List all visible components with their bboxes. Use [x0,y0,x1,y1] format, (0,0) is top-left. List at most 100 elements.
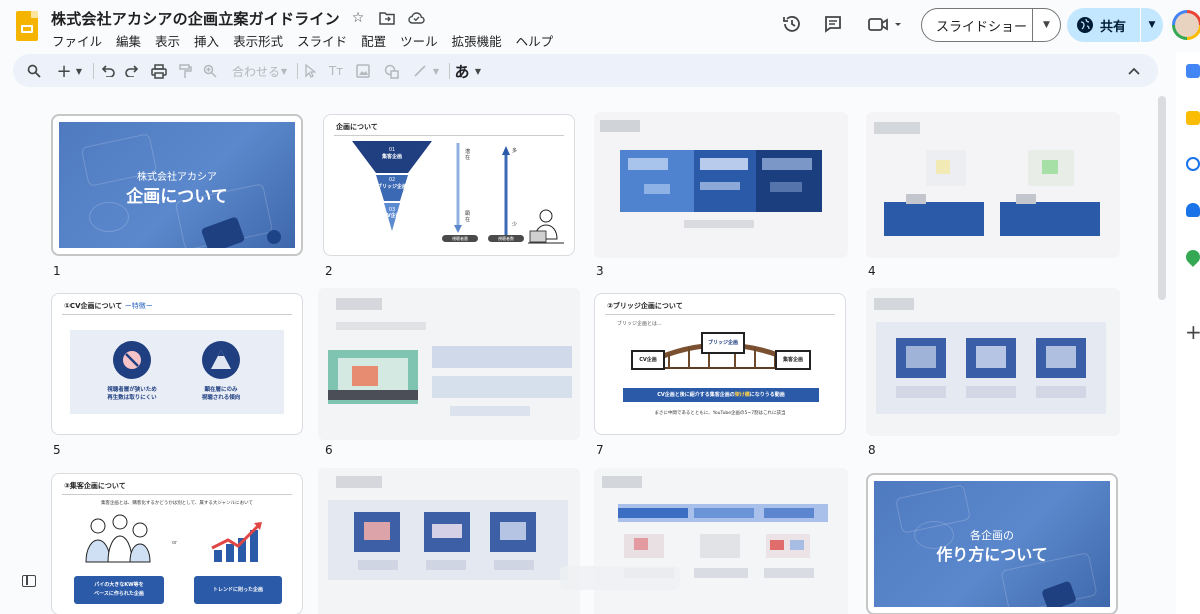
globe-icon [1077,17,1093,33]
point-text: 視聴者層が狭いため [107,387,157,393]
select-cursor-icon[interactable] [301,62,319,80]
contacts-icon[interactable] [1186,203,1200,217]
slides-app: 株式会社アカシアの企画立案ガイドライン ☆ ファイル 編集 表示 挿入 表示形式… [0,0,1200,614]
slide-heading: ②ブリッジ企画について [607,302,683,310]
input-tools-icon[interactable]: あ [455,62,470,81]
menu-view[interactable]: 表示 [155,31,180,50]
option-box-right: トレンドに則った企画 [194,576,282,604]
share-options-chevron-icon[interactable]: ▼ [1141,20,1163,30]
menu-arrange[interactable]: 配置 [361,31,386,50]
person-illustration [528,209,564,244]
option-text: パイの大きなKW等を [94,582,144,588]
keep-icon[interactable] [1186,111,1200,125]
shape-icon[interactable] [382,62,400,80]
slide-thumbnail-2[interactable]: 企画について 01 集客企画 02 ブリッジ企画 03 CV企画 潜在 顕在 多… [323,114,575,256]
star-icon[interactable]: ☆ [349,9,367,27]
menu-edit[interactable]: 編集 [116,31,141,50]
redo-icon[interactable] [123,62,141,80]
arrow-label: 少 [512,222,518,228]
toolbar: + ▼ 合わせる ▼ Tт ▼ あ ▼ [13,54,1158,87]
insert-image-icon[interactable] [354,62,372,80]
funnel-label: ブリッジ企画 [376,184,407,190]
point-text: 視聴される傾向 [201,395,241,401]
arrow-label: 潜在 [465,149,471,161]
paint-format-icon[interactable] [176,62,194,80]
input-tools-chevron-icon[interactable]: ▼ [473,62,483,80]
arrows-graphic [454,143,510,239]
bridge-box-center: ブリッジ企画 [701,332,745,354]
menu-insert[interactable]: 挿入 [194,31,219,50]
menu-tools[interactable]: ツール [400,31,438,50]
zoom-chevron-icon[interactable]: ▼ [279,62,289,80]
slide-thumbnail-7[interactable]: ②ブリッジ企画について ブリッジ企画とは... CV企画 ブリッジ企画 集客企画… [594,293,846,435]
line-chevron-icon[interactable]: ▼ [431,62,441,80]
slide-number: 3 [596,264,604,278]
slideshow-label: スライドショー [936,19,1028,35]
point-text: 再生数は取りにくい [107,395,157,401]
menu-slide[interactable]: スライド [297,31,347,50]
slide-heading: ①CV企画について [64,302,123,310]
print-icon[interactable] [149,62,169,80]
funnel-label: CV企画 [383,213,401,219]
tasks-icon[interactable] [1186,157,1200,171]
cover-subtitle: 株式会社アカシア [137,172,217,183]
text-box-icon[interactable]: Tт [325,62,347,80]
search-menus-icon[interactable] [25,62,43,80]
share-button[interactable]: 共有 ▼ [1067,8,1163,42]
slide-number: 4 [868,264,876,278]
vertical-scrollbar[interactable] [1158,96,1166,300]
menu-bar: ファイル 編集 表示 挿入 表示形式 スライド 配置 ツール 拡張機能 ヘルプ [52,31,553,50]
add-on-plus-icon[interactable]: + [1185,320,1200,344]
bridge-box-right: 集客企画 [775,350,811,370]
pill-label: 視聴者層 [442,235,478,242]
version-history-icon[interactable] [781,13,803,35]
slideshow-button[interactable]: スライドショー ▼ [921,8,1061,42]
user-avatar[interactable] [1172,10,1200,40]
slide-thumbnail-5[interactable]: ①CV企画について ー特徴ー 視聴者層が狭いため 再生数は取りにくい 顕在層にの… [51,293,303,435]
slide-heading-accent: ー特徴ー [124,302,153,310]
slide-thumbnail-11[interactable] [594,468,848,614]
slide-heading: ③集客企画について [64,482,126,490]
menu-file[interactable]: ファイル [52,31,102,50]
collapse-toolbar-icon[interactable] [1125,62,1143,80]
document-title[interactable]: 株式会社アカシアの企画立案ガイドライン [51,8,340,29]
funnel-label: 01 [388,147,396,153]
calendar-icon[interactable] [1186,64,1200,78]
slide-thumbnail-10[interactable] [318,468,580,614]
move-folder-icon[interactable] [378,9,396,27]
menu-extensions[interactable]: 拡張機能 [452,31,502,50]
pill-label: 視聴者数 [488,235,524,242]
cover-image: 各企画の 作り方について [874,481,1110,607]
zoom-select[interactable]: 合わせる [229,62,283,80]
menu-help[interactable]: ヘルプ [516,31,554,50]
undo-icon[interactable] [99,62,117,80]
cover-image: 株式会社アカシア 企画について [59,122,295,248]
no-view-icon [113,341,151,379]
slideshow-options-chevron-icon[interactable]: ▼ [1033,20,1060,30]
slide-thumbnail-12[interactable]: 各企画の 作り方について [866,473,1118,614]
new-slide-layout-chevron-icon[interactable]: ▼ [73,62,85,80]
bridge-box-left: CV企画 [631,350,665,370]
slide-thumbnail-6[interactable] [318,288,580,440]
slide-number: 6 [325,443,333,457]
menu-format[interactable]: 表示形式 [233,31,283,50]
filmstrip-toggle-icon[interactable] [22,575,36,587]
slide-thumbnail-3[interactable] [594,112,848,258]
slide-thumbnail-8[interactable] [866,288,1120,436]
slides-logo-icon[interactable] [16,11,38,41]
comments-icon[interactable] [822,13,844,35]
or-text: or [172,540,178,546]
trend-chart-illustration [211,522,262,562]
new-slide-plus-icon[interactable]: + [55,61,73,82]
top-header: 株式会社アカシアの企画立案ガイドライン ☆ ファイル 編集 表示 挿入 表示形式… [0,0,1200,52]
slide-number: 5 [53,443,61,457]
arrow-label: 顕在 [465,211,471,223]
line-icon[interactable] [411,62,429,80]
zoom-icon[interactable] [201,62,219,80]
status-chip [560,566,680,590]
slide-thumbnail-9[interactable]: ③集客企画について 集客企画とは、購客化するかどうかは別として、属する大ジャンル… [51,473,303,614]
slide-thumbnail-1[interactable]: 株式会社アカシア 企画について [51,114,303,256]
cloud-saved-icon[interactable] [407,9,425,27]
meet-video-icon[interactable] [866,13,906,35]
slide-thumbnail-4[interactable] [866,112,1120,258]
